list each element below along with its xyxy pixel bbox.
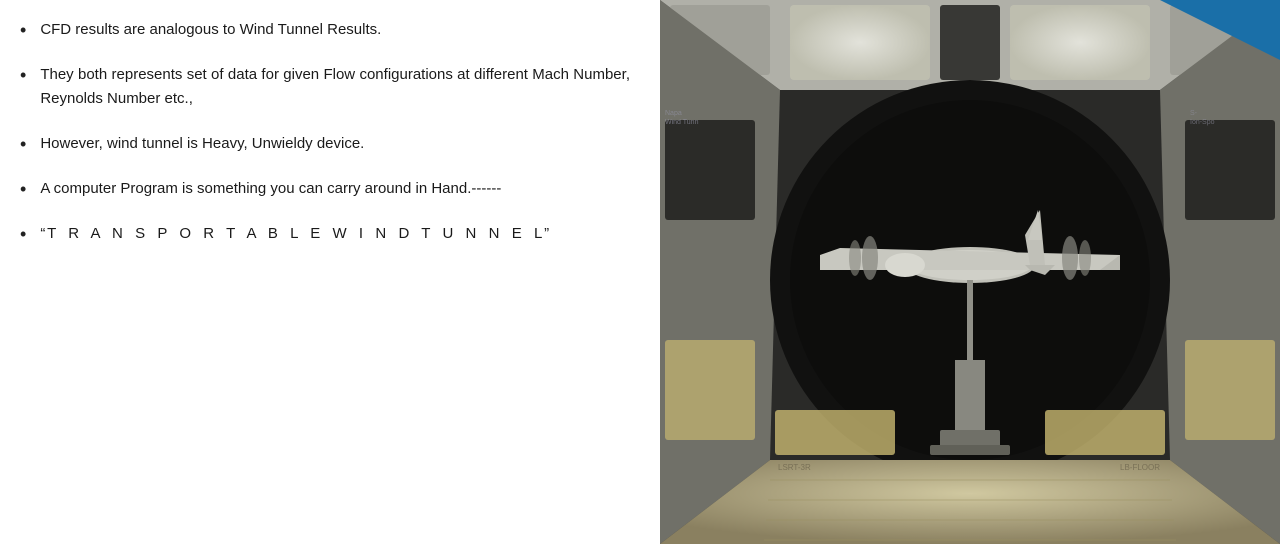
svg-text:LSRT-3R: LSRT-3R	[778, 463, 811, 472]
bullet-dot-4: •	[20, 179, 26, 200]
svg-text:S-: S-	[1190, 110, 1198, 117]
bullet-text-3: However, wind tunnel is Heavy, Unwieldy …	[40, 132, 364, 155]
bullet-list: • CFD results are analogous to Wind Tunn…	[20, 18, 630, 268]
bullet-dot-3: •	[20, 134, 26, 155]
bullet-item-3: • However, wind tunnel is Heavy, Unwield…	[20, 132, 630, 155]
bullet-dot-5: •	[20, 224, 26, 245]
svg-text:Wind Tunn: Wind Tunn	[665, 119, 699, 126]
bullet-text-5: “T R A N S P O R T A B L E W I N D T U N…	[40, 222, 551, 245]
wind-tunnel-image-container: LSRT-3R LB-FLOOR Napa Wind Tunn S- Ion-S…	[660, 0, 1280, 544]
svg-text:Ion-Spo: Ion-Spo	[1190, 119, 1215, 126]
svg-text:LB-FLOOR: LB-FLOOR	[1120, 463, 1160, 472]
bullet-text-2: They both represents set of data for giv…	[40, 63, 630, 110]
bullet-item-1: • CFD results are analogous to Wind Tunn…	[20, 18, 630, 41]
wind-tunnel-svg: LSRT-3R LB-FLOOR Napa Wind Tunn S- Ion-S…	[660, 0, 1280, 544]
bullet-dot-2: •	[20, 65, 26, 86]
bullet-item-4: • A computer Program is something you ca…	[20, 177, 630, 200]
bullet-item-5: • “T R A N S P O R T A B L E W I N D T U…	[20, 222, 630, 245]
bullet-item-2: • They both represents set of data for g…	[20, 63, 630, 110]
content-left: • CFD results are analogous to Wind Tunn…	[0, 0, 660, 544]
top-accent-decoration	[1160, 0, 1280, 60]
bullet-text-4: A computer Program is something you can …	[40, 177, 501, 200]
bullet-dot-1: •	[20, 20, 26, 41]
page-container: • CFD results are analogous to Wind Tunn…	[0, 0, 1280, 544]
svg-text:Napa: Napa	[665, 110, 682, 117]
bullet-text-1: CFD results are analogous to Wind Tunnel…	[40, 18, 381, 41]
